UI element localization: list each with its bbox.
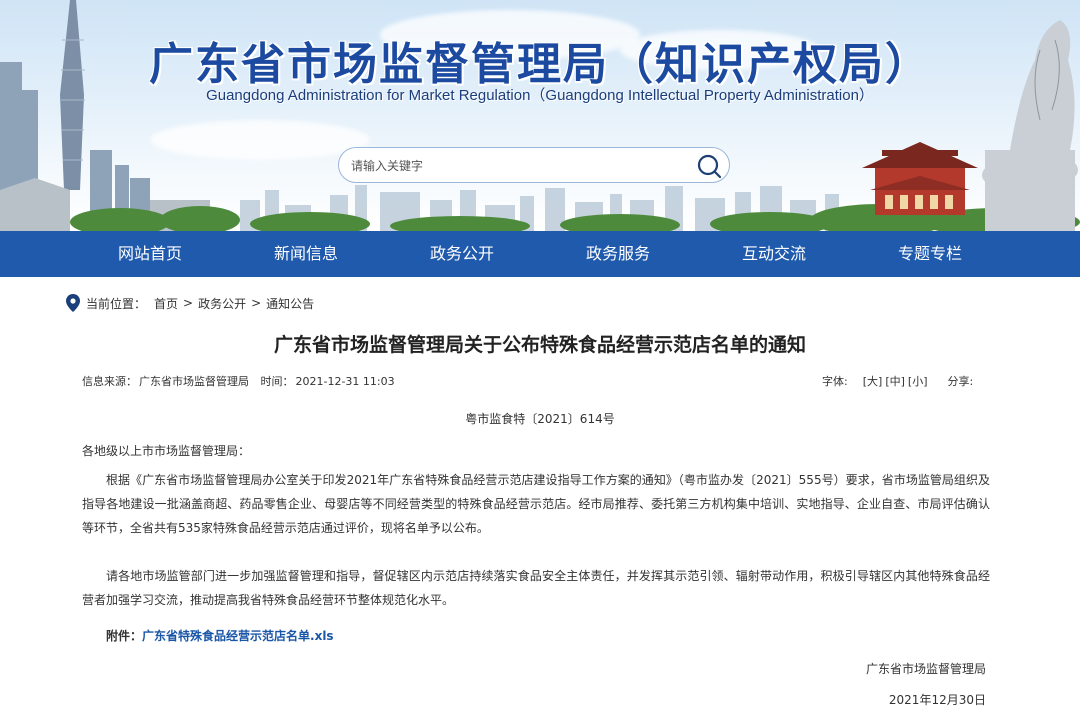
search-input[interactable] [351,154,681,178]
attachment-link[interactable]: 广东省特殊食品经营示范店名单.xls [142,629,334,643]
source-label: 信息来源： [82,375,137,388]
search-box [338,147,730,183]
font-size-small-button[interactable]: [小] [908,373,928,389]
article-meta: 信息来源： 广东省市场监督管理局 时间： 2021-12-31 11:03 [82,373,397,389]
attachment: 附件：广东省特殊食品经营示范店名单.xls [106,627,334,644]
font-size-large-button[interactable]: [大] [863,373,883,389]
source-value: 广东省市场监督管理局 [139,375,249,388]
breadcrumb: 当前位置： 首页 > 政务公开 > 通知公告 [66,293,314,313]
article-paragraph: 根据《广东省市场监督管理局办公室关于印发2021年广东省特殊食品经营示范店建设指… [82,473,990,535]
breadcrumb-separator: > [251,296,262,310]
document-number: 粤市监食特〔2021〕614号 [465,412,615,426]
nav-special-topics[interactable]: 专题专栏 [852,231,1008,277]
time-value: 2021-12-31 11:03 [295,375,395,388]
location-pin-icon [66,294,80,312]
article-tools: 字体: [大] [中] [小] 分享: [822,373,973,389]
article-paragraph: 请各地市场监管部门进一步加强监督管理和指导，督促辖区内示范店持续落实食品安全主体… [82,569,990,607]
nav-interaction[interactable]: 互动交流 [696,231,852,277]
breadcrumb-notices[interactable]: 通知公告 [266,295,314,312]
breadcrumb-home[interactable]: 首页 [154,295,178,312]
time-label: 时间： [260,375,294,388]
attachment-label: 附件： [106,629,143,643]
site-title: 广东省市场监督管理局（知识产权局） [149,39,931,90]
nav-home[interactable]: 网站首页 [72,231,228,277]
font-size-medium-button[interactable]: [中] [885,373,905,389]
main-nav: 网站首页 新闻信息 政务公开 政务服务 互动交流 专题专栏 [0,231,1080,277]
nav-gov-affairs-public[interactable]: 政务公开 [384,231,540,277]
breadcrumb-separator: > [183,296,194,310]
breadcrumb-label: 当前位置： [86,296,147,311]
font-size-label: 字体: [822,375,848,388]
article-title: 广东省市场监督管理局关于公布特殊食品经营示范店名单的通知 [273,334,806,356]
nav-gov-services[interactable]: 政务服务 [540,231,696,277]
signature: 广东省市场监督管理局 [865,662,986,676]
breadcrumb-gov-affairs[interactable]: 政务公开 [198,295,246,312]
header-banner: 广东省市场监督管理局（知识产权局） Guangdong Administrati… [0,0,1080,231]
signature-date: 2021年12月30日 [888,693,986,707]
nav-news[interactable]: 新闻信息 [228,231,384,277]
search-icon[interactable] [696,153,722,179]
share-label: 分享: [947,375,974,388]
site-subtitle: Guangdong Administration for Market Regu… [206,87,874,104]
salutation: 各地级以上市市场监督管理局： [82,444,251,458]
